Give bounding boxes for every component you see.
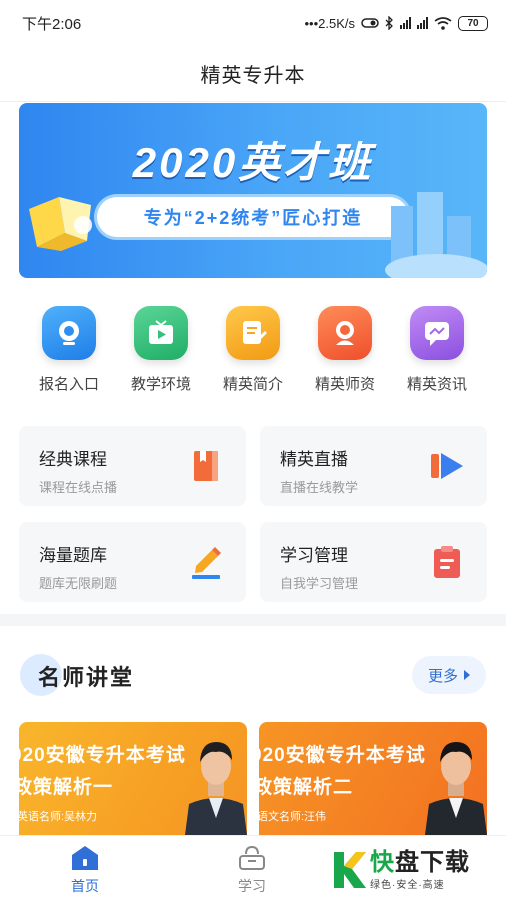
banner-subtitle: 专为“2+2统考”匠心打造 [97, 197, 409, 237]
promo-banner[interactable]: 2020英才班 专为“2+2统考”匠心打造 [19, 103, 487, 278]
bluetooth-icon [385, 16, 393, 30]
quick-link-label: 教学环境 [130, 376, 191, 393]
document-edit-icon [226, 306, 280, 360]
vibrate-icon [361, 18, 379, 28]
book-illustration-icon [29, 197, 92, 251]
lecture-subtitle: 政策解析一 [19, 777, 114, 798]
arrow-right-icon [464, 670, 470, 680]
quick-links: 报名入口 教学环境 精英简介 精英师资 精英资讯 [28, 306, 478, 396]
feature-card-courses[interactable]: 经典课程 课程在线点播 [19, 426, 246, 506]
status-bar: 下午2:06 •••2.5K/s 70 [0, 0, 506, 46]
watermark-text: 快盘下载 绿色·安全·高速 [370, 848, 470, 891]
tab-label: 首页 [71, 878, 99, 894]
card-title: 经典课程 [39, 450, 107, 469]
k-logo-icon [334, 852, 366, 888]
book-icon [194, 451, 218, 481]
feature-card-question-bank[interactable]: 海量题库 题库无限刷题 [19, 522, 246, 602]
more-button[interactable]: 更多 [412, 656, 486, 694]
card-subtitle: 课程在线点播 [39, 480, 118, 495]
status-time: 下午2:06 [22, 15, 82, 33]
chat-bubble-icon [410, 306, 464, 360]
tab-label: 学习 [238, 878, 266, 894]
wifi-icon [434, 16, 452, 30]
card-title: 学习管理 [280, 546, 348, 565]
signal-icon [400, 17, 411, 29]
city-illustration-icon [385, 192, 487, 278]
quick-link-signup[interactable]: 报名入口 [28, 306, 110, 396]
lecture-title: 020安徽专升本考试 [19, 745, 186, 766]
feature-card-live[interactable]: 精英直播 直播在线教学 [260, 426, 487, 506]
card-title: 海量题库 [39, 546, 107, 565]
section-divider [0, 614, 506, 626]
lecture-teacher: 语文名师:汪伟 [259, 811, 327, 823]
section-title: 名师讲堂 [38, 665, 135, 690]
clipboard-icon [434, 546, 460, 578]
watermark-title: 快盘下载 [370, 848, 470, 876]
card-subtitle: 自我学习管理 [280, 576, 359, 591]
teacher-icon [318, 306, 372, 360]
home-icon [72, 846, 98, 870]
nav-bar: 精英专升本 [0, 46, 506, 102]
tv-play-icon [134, 306, 188, 360]
quick-link-news[interactable]: 精英资讯 [396, 306, 478, 396]
lecture-card[interactable]: 020安徽专升本考试 政策解析二 语文名师:汪伟 [259, 722, 487, 835]
live-play-icon [431, 453, 463, 479]
lecture-teacher: 英语名师:吴林力 [19, 811, 98, 823]
signal-icon [417, 17, 428, 29]
watermark-subtitle: 绿色·安全·高速 [370, 879, 445, 891]
network-speed: •••2.5K/s [304, 15, 355, 31]
teacher-photo [425, 742, 487, 835]
lecture-title: 020安徽专升本考试 [259, 745, 426, 766]
quick-link-label: 报名入口 [38, 376, 99, 393]
banner-title: 2020英才班 [132, 139, 374, 186]
quick-link-teachers[interactable]: 精英师资 [304, 306, 386, 396]
quick-link-label: 精英资讯 [406, 376, 467, 393]
battery-icon: 70 [458, 15, 488, 31]
card-title: 精英直播 [280, 450, 348, 469]
watermark-logo: 快盘下载 绿色·安全·高速 [332, 846, 502, 894]
tab-home[interactable]: 首页 [55, 844, 115, 896]
quick-link-intro[interactable]: 精英简介 [212, 306, 294, 396]
quick-link-label: 精英简介 [222, 376, 283, 393]
lecture-card[interactable]: 020安徽专升本考试 政策解析一 英语名师:吴林力 [19, 722, 247, 835]
status-indicators: •••2.5K/s 70 [304, 15, 488, 31]
pencil-icon [192, 547, 221, 579]
quick-link-label: 精英师资 [314, 376, 375, 393]
card-subtitle: 直播在线教学 [280, 480, 359, 495]
card-subtitle: 题库无限刷题 [39, 576, 118, 591]
lecture-subtitle: 政策解析二 [259, 777, 354, 798]
study-icon [239, 845, 265, 870]
more-label: 更多 [427, 667, 458, 685]
teacher-photo [185, 742, 247, 835]
page-title: 精英专升本 [200, 65, 306, 87]
feature-card-study-management[interactable]: 学习管理 自我学习管理 [260, 522, 487, 602]
quick-link-environment[interactable]: 教学环境 [120, 306, 202, 396]
camera-icon [42, 306, 96, 360]
tab-study[interactable]: 学习 [222, 844, 282, 896]
